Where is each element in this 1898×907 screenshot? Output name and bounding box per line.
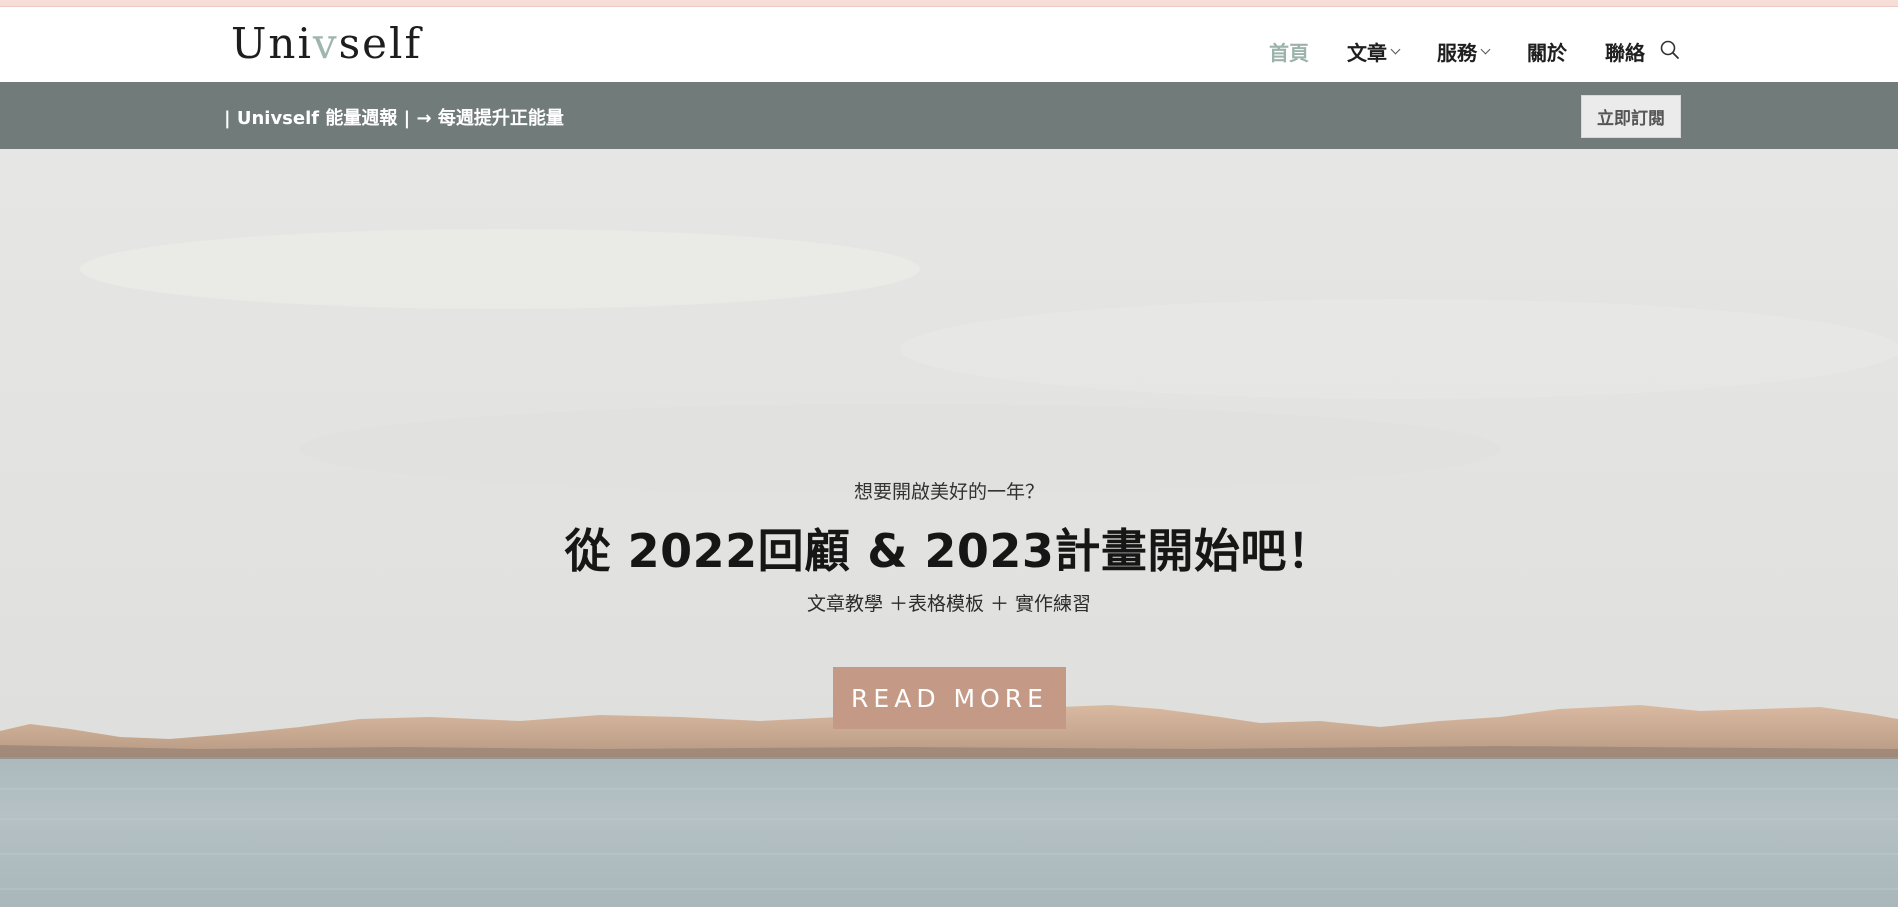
read-more-button[interactable]: READ MORE [833,667,1066,729]
main-nav: 首頁 文章 服務 關於 聯絡 [1269,31,1683,71]
nav-item-label: 首頁 [1269,40,1309,65]
logo-text-accent: v [312,19,339,68]
nav-item-home[interactable]: 首頁 [1269,37,1309,66]
site-header: Univself 首頁 文章 服務 關於 聯絡 [0,7,1898,82]
nav-item-label: 服務 [1437,40,1477,65]
subscribe-button[interactable]: 立即訂閱 [1581,95,1681,138]
top-strip [0,0,1898,7]
nav-item-label: 文章 [1347,40,1387,65]
chevron-down-icon [1480,44,1491,54]
nav-item-label: 聯絡 [1605,40,1645,65]
hero-banner: 想要開啟美好的一年？ 從 2022回顧 & 2023計畫開始吧！ 文章教學 ＋表… [0,149,1898,907]
site-logo[interactable]: Univself [231,23,422,65]
nav-item-label: 關於 [1527,40,1567,65]
page: Univself 首頁 文章 服務 關於 聯絡 | Univself 能量週報 … [0,0,1898,907]
nav-item-articles[interactable]: 文章 [1347,37,1401,66]
chevron-down-icon [1390,44,1401,54]
search-icon[interactable] [1659,39,1683,63]
nav-item-contact[interactable]: 聯絡 [1605,37,1645,66]
announcement-bar: | Univself 能量週報 | → 每週提升正能量 立即訂閱 [0,82,1898,149]
nav-item-about[interactable]: 關於 [1527,37,1567,66]
logo-text-pre: Uni [231,19,313,68]
logo-text-post: self [338,19,423,68]
hero-subline: 文章教學 ＋表格模板 ＋ 實作練習 [806,593,1092,615]
hero-eyebrow: 想要開啟美好的一年？ [853,481,1044,503]
announcement-text[interactable]: | Univself 能量週報 | → 每週提升正能量 [224,104,564,130]
hero-content: 想要開啟美好的一年？ 從 2022回顧 & 2023計畫開始吧！ 文章教學 ＋表… [0,149,1898,907]
hero-headline: 從 2022回顧 & 2023計畫開始吧！ [564,524,1334,578]
nav-item-services[interactable]: 服務 [1437,37,1491,66]
